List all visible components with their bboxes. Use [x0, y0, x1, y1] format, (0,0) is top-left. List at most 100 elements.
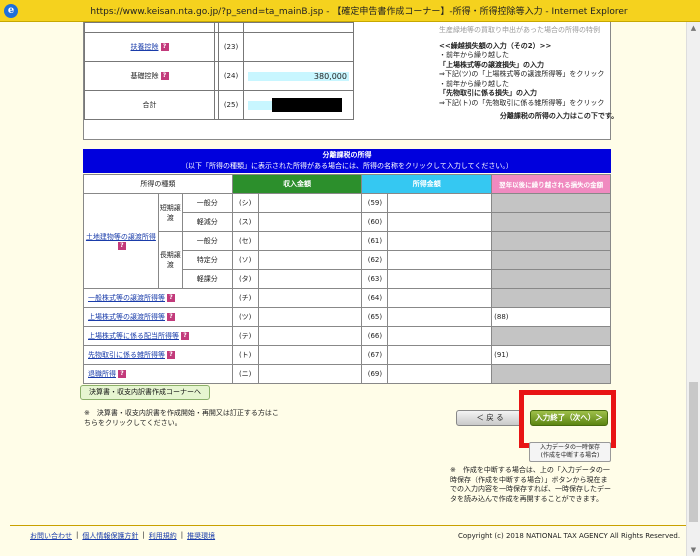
basic-deduction-label: 基礎控除 — [130, 72, 159, 80]
general-stock-link[interactable]: 一般株式等の譲渡所得等 — [88, 294, 165, 302]
table-row: 長期譲渡 一般分 (セ) (61) — [84, 231, 611, 289]
row-code: (タ) — [231, 269, 259, 289]
deduction-label-dependents: 扶養控除? — [84, 32, 215, 62]
line-number: (65) — [361, 307, 389, 327]
amount-cell — [387, 345, 493, 365]
line-number: (59) — [361, 193, 389, 213]
amount-cell — [387, 231, 493, 251]
table-row: 上場株式等の譲渡所得等? (ツ) (65) (88) — [83, 307, 611, 327]
help-icon[interactable]: ? — [118, 370, 126, 378]
col-loss: 翌年以後に繰り越される損失の金額 — [491, 174, 611, 194]
amount-cell — [387, 307, 493, 327]
save-temp-button[interactable]: 入力データの一時保存 (作成を中断する場合) — [529, 442, 611, 462]
help-icon[interactable]: ? — [160, 43, 169, 51]
table-row: 扶養控除? (23) — [84, 32, 354, 62]
table-row: 合計 (25) — [84, 90, 354, 120]
income-input[interactable] — [257, 345, 363, 365]
income-input[interactable] — [257, 307, 363, 327]
table-row: 上場株式等に係る配当所得等? (テ) (66) — [83, 326, 611, 346]
income-input[interactable] — [257, 193, 363, 213]
line-number: (24) — [218, 61, 244, 91]
line-number: (25) — [218, 90, 244, 120]
scroll-up-icon[interactable]: ▲ — [687, 22, 700, 34]
vertical-scrollbar[interactable]: ▲ ▼ — [686, 22, 700, 556]
contact-link[interactable]: お問い合わせ — [30, 531, 72, 541]
row-code: (ス) — [231, 212, 259, 232]
terms-link[interactable]: 利用規約 — [149, 531, 177, 541]
help-icon[interactable]: ? — [167, 294, 175, 302]
line-number: (69) — [361, 364, 389, 384]
line-number: (61) — [361, 231, 389, 251]
income-input[interactable] — [257, 269, 363, 289]
col-amount: 所得金額 — [361, 174, 493, 194]
line-number: (64) — [361, 288, 389, 308]
table-header-row: 所得の種類 収入金額 所得金額 翌年以後に繰り越される損失の金額 — [83, 174, 611, 194]
pause-note: ※ 作成を中断する場合は、上の「入力データの一時保存（作成を中断する場合）」ボタ… — [450, 466, 611, 503]
separate-taxation-header: 分離課税の所得 （以下「所得の種類」に表示された所得がある場合には、所得の名称を… — [83, 149, 611, 173]
scroll-thumb[interactable] — [689, 382, 698, 522]
environment-link[interactable]: 推奨環境 — [187, 531, 215, 541]
help-icon[interactable]: ? — [117, 242, 126, 250]
table-row: 土地建物等の譲渡所得? 短期譲渡 一般分 (シ) (59) — [83, 193, 611, 289]
sub-label: 特定分 — [181, 250, 233, 270]
row-code: (チ) — [231, 288, 259, 308]
income-input[interactable] — [257, 364, 363, 384]
help-icon[interactable]: ? — [181, 332, 189, 340]
dependents-value — [243, 32, 354, 62]
income-input[interactable] — [257, 250, 363, 270]
row-code: (テ) — [231, 326, 259, 346]
line-number: (23) — [218, 32, 244, 62]
footer-divider — [10, 525, 686, 526]
sub-label: 一般分 — [181, 231, 233, 251]
dependents-deduction-link[interactable]: 扶養控除 — [131, 43, 159, 51]
privacy-link[interactable]: 個人情報保護方針 — [82, 531, 138, 541]
scroll-down-icon[interactable]: ▼ — [687, 544, 700, 556]
col-type: 所得の種類 — [83, 174, 233, 194]
income-input[interactable] — [257, 231, 363, 251]
amount-cell — [387, 250, 493, 270]
help-icon[interactable]: ? — [160, 72, 169, 80]
sub-label: 一般分 — [196, 199, 218, 207]
carryover-notes: 生産緑地等の買取り申出があった場合の所得の特例 <<繰越損失額の入力（その2）>… — [439, 26, 619, 120]
line-number: (63) — [361, 269, 389, 289]
row-code: (ト) — [231, 345, 259, 365]
redacted-total — [272, 98, 342, 112]
amount-cell — [387, 193, 493, 213]
futures-link[interactable]: 先物取引に係る雑所得等 — [88, 351, 165, 359]
income-input[interactable] — [257, 212, 363, 232]
line-number: (62) — [361, 250, 389, 270]
window-title: https://www.keisan.nta.go.jp/?p_send=ta_… — [90, 7, 628, 17]
help-icon[interactable]: ? — [167, 351, 175, 359]
window-titlebar: e https://www.keisan.nta.go.jp/?p_send=t… — [0, 0, 700, 22]
amount-cell — [387, 269, 493, 289]
listed-stock-link[interactable]: 上場株式等の譲渡所得等 — [88, 313, 165, 321]
row-code: (セ) — [231, 231, 259, 251]
separate-income-table: 所得の種類 収入金額 所得金額 翌年以後に繰り越される損失の金額 土地建物等の譲… — [83, 174, 611, 384]
long-term-label: 長期譲渡 — [157, 231, 183, 289]
copyright: Copyright (c) 2018 NATIONAL TAX AGENCY A… — [458, 532, 681, 540]
listed-dividend-link[interactable]: 上場株式等に係る配当所得等 — [88, 332, 179, 340]
help-icon[interactable]: ? — [167, 313, 175, 321]
business-statement-button[interactable]: 決算書・収支内訳書作成コーナーへ — [80, 385, 210, 400]
table-row: 先物取引に係る雑所得等? (ト) (67) (91) — [83, 345, 611, 365]
deduction-label-basic: 基礎控除? — [84, 61, 215, 91]
loss-number: (88) — [494, 313, 509, 321]
land-building-link[interactable]: 土地建物等の譲渡所得 — [86, 233, 156, 241]
amount-cell — [387, 326, 493, 346]
row-code: (ソ) — [231, 250, 259, 270]
footer-links: お問い合わせ | 個人情報保護方針 | 利用規約 | 推奨環境 — [30, 531, 216, 541]
table-row: 一般株式等の譲渡所得等? (チ) (64) — [83, 288, 611, 308]
back-button[interactable]: ＜ 戻 る — [456, 410, 524, 426]
deduction-panel: 扶養控除? (23) 基礎控除? (24) 380,000 合計 (25) 生産… — [83, 22, 618, 140]
retirement-link[interactable]: 退職所得 — [88, 370, 116, 378]
line-number: (60) — [361, 212, 389, 232]
income-input[interactable] — [257, 326, 363, 346]
income-input[interactable] — [257, 288, 363, 308]
ie-icon: e — [4, 3, 18, 18]
line-number: (67) — [361, 345, 389, 365]
land-building-cell: 土地建物等の譲渡所得? — [83, 193, 159, 289]
short-term-label: 短期譲渡 — [157, 193, 183, 232]
table-row: 基礎控除? (24) 380,000 — [84, 61, 354, 91]
basic-deduction-value: 380,000 — [248, 71, 349, 81]
sub-label: 軽課分 — [181, 269, 233, 289]
